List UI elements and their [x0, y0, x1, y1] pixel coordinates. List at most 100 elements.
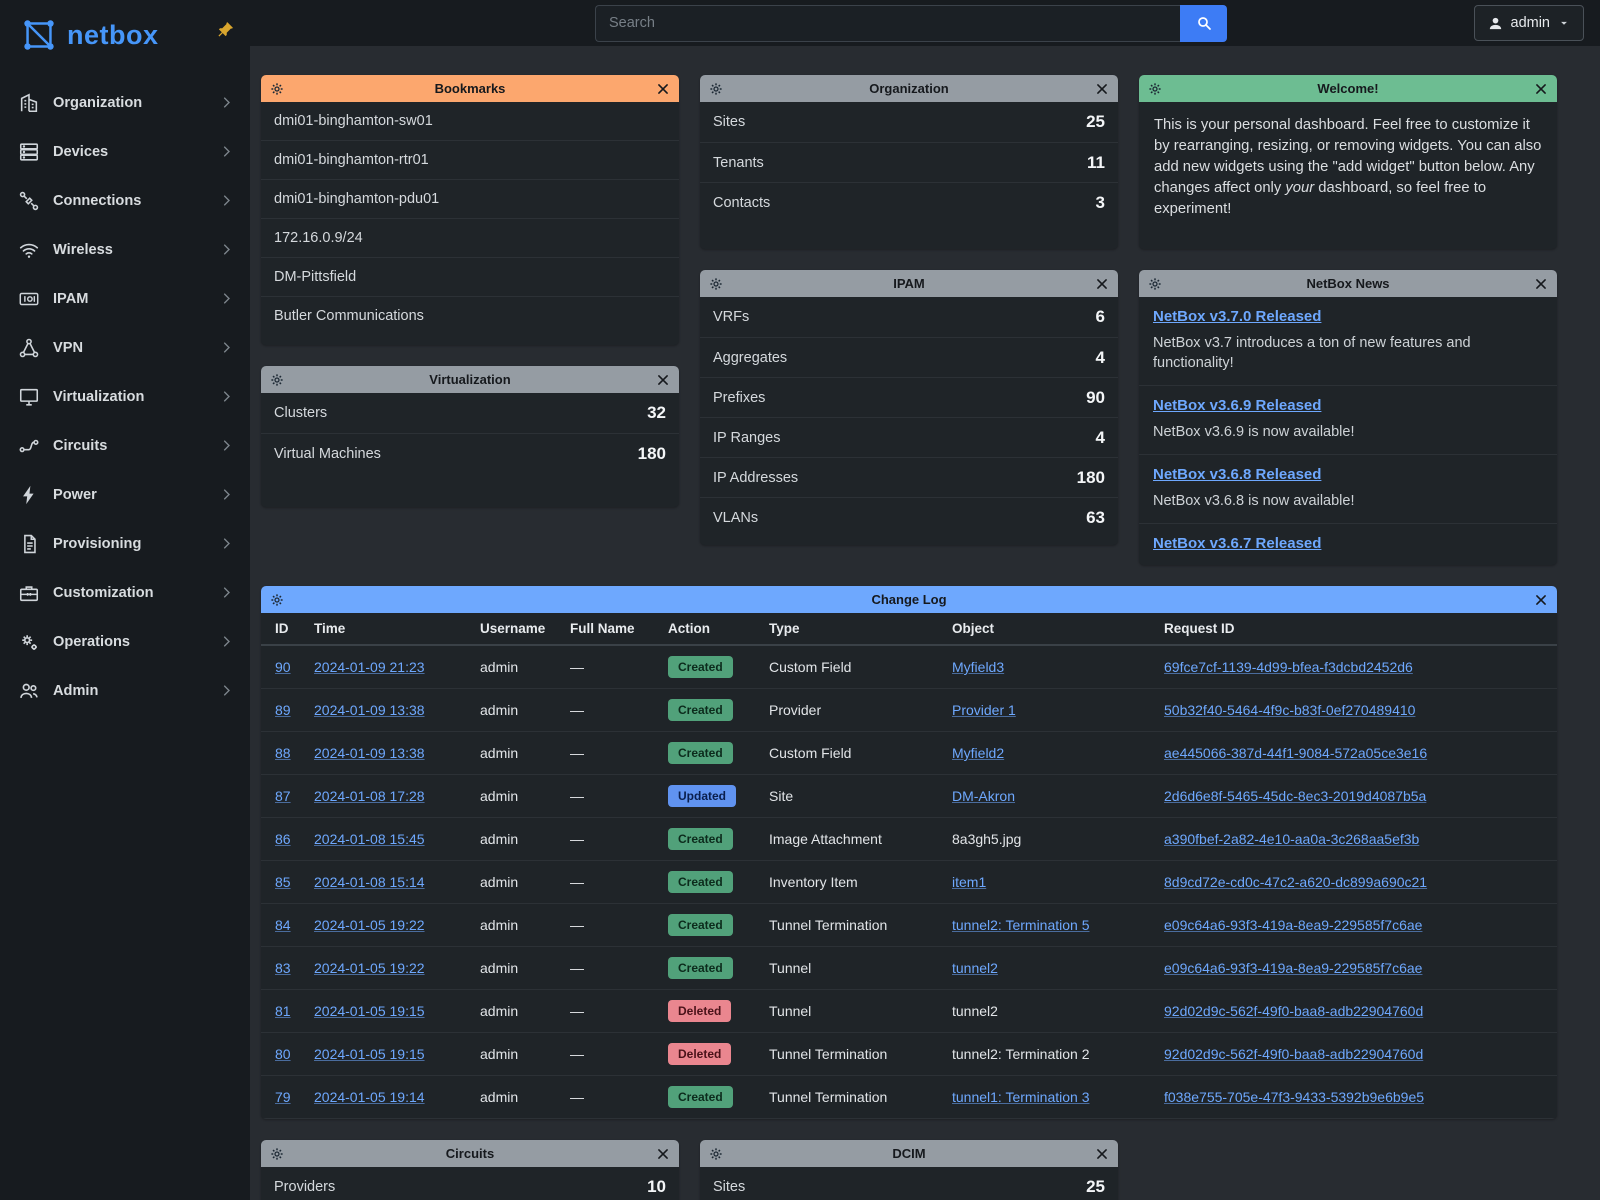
gear-icon[interactable]	[270, 1147, 284, 1161]
change-object-link[interactable]: Myfield2	[952, 745, 1004, 761]
change-time-link[interactable]: 2024-01-08 15:14	[314, 874, 425, 890]
gear-icon[interactable]	[709, 277, 723, 291]
close-icon[interactable]	[656, 82, 670, 96]
request-id-link[interactable]: f038e755-705e-47f3-9433-5392b9e6b9e5	[1164, 1089, 1424, 1105]
change-id-link[interactable]: 83	[275, 960, 291, 976]
stat-value[interactable]: 180	[1077, 468, 1105, 488]
stat-value[interactable]: 63	[1086, 508, 1105, 528]
change-id-link[interactable]: 80	[275, 1046, 291, 1062]
request-id-link[interactable]: 69fce7cf-1139-4d99-bfea-f3dcbd2452d6	[1164, 659, 1413, 675]
news-link[interactable]: NetBox v3.7.0 Released	[1153, 308, 1321, 325]
close-icon[interactable]	[1095, 277, 1109, 291]
stat-value[interactable]: 25	[1086, 112, 1105, 132]
change-id-link[interactable]: 85	[275, 874, 291, 890]
stat-value[interactable]: 11	[1087, 153, 1105, 173]
news-link[interactable]: NetBox v3.6.8 Released	[1153, 466, 1321, 483]
sidebar-item-provisioning[interactable]: Provisioning	[0, 519, 250, 568]
user-menu-button[interactable]: admin	[1474, 5, 1585, 41]
change-time-link[interactable]: 2024-01-08 15:45	[314, 831, 425, 847]
close-icon[interactable]	[1095, 1147, 1109, 1161]
news-link[interactable]: NetBox v3.6.9 Released	[1153, 397, 1321, 414]
gear-icon[interactable]	[270, 373, 284, 387]
bookmark-item[interactable]: DM-Pittsfield	[261, 257, 679, 296]
bookmark-item[interactable]: dmi01-binghamton-rtr01	[261, 140, 679, 179]
change-object-link[interactable]: Provider 1	[952, 702, 1016, 718]
change-object-link[interactable]: item1	[952, 874, 986, 890]
sidebar-item-organization[interactable]: Organization	[0, 78, 250, 127]
change-id-link[interactable]: 88	[275, 745, 291, 761]
change-id-link[interactable]: 81	[275, 1003, 291, 1019]
change-object-link[interactable]: Myfield3	[952, 659, 1004, 675]
request-id-link[interactable]: a390fbef-2a82-4e10-aa0a-3c268aa5ef3b	[1164, 831, 1419, 847]
change-object-link[interactable]: tunnel2: Termination 5	[952, 917, 1090, 933]
sidebar-item-circuits[interactable]: Circuits	[0, 421, 250, 470]
gear-icon[interactable]	[1148, 82, 1162, 96]
close-icon[interactable]	[1534, 277, 1548, 291]
search-input[interactable]	[595, 5, 1180, 42]
close-icon[interactable]	[656, 373, 670, 387]
request-id-link[interactable]: ae445066-387d-44f1-9084-572a05ce3e16	[1164, 745, 1427, 761]
request-id-link[interactable]: 50b32f40-5464-4f9c-b83f-0ef270489410	[1164, 702, 1415, 718]
stat-value[interactable]: 4	[1096, 428, 1105, 448]
change-time-link[interactable]: 2024-01-05 19:15	[314, 1003, 425, 1019]
stat-value[interactable]: 32	[647, 403, 666, 423]
stat-value[interactable]: 90	[1086, 388, 1105, 408]
sidebar-item-customization[interactable]: Customization	[0, 568, 250, 617]
sidebar-item-devices[interactable]: Devices	[0, 127, 250, 176]
news-link[interactable]: NetBox v3.6.7 Released	[1153, 535, 1321, 552]
pin-sidebar-icon[interactable]	[215, 21, 234, 40]
change-time-link[interactable]: 2024-01-09 21:23	[314, 659, 425, 675]
request-id-link[interactable]: e09c64a6-93f3-419a-8ea9-229585f7c6ae	[1164, 917, 1422, 933]
change-id-link[interactable]: 84	[275, 917, 291, 933]
gear-icon[interactable]	[1148, 277, 1162, 291]
change-id-link[interactable]: 87	[275, 788, 291, 804]
request-id-link[interactable]: 8d9cd72e-cd0c-47c2-a620-dc899a690c21	[1164, 874, 1427, 890]
sidebar-item-connections[interactable]: Connections	[0, 176, 250, 225]
close-icon[interactable]	[1534, 82, 1548, 96]
request-id-link[interactable]: e09c64a6-93f3-419a-8ea9-229585f7c6ae	[1164, 960, 1422, 976]
stat-value[interactable]: 180	[638, 444, 666, 464]
change-object-link[interactable]: tunnel2	[952, 960, 998, 976]
stat-value[interactable]: 10	[647, 1177, 666, 1197]
bookmark-item[interactable]: 172.16.0.9/24	[261, 218, 679, 257]
search-button[interactable]	[1180, 5, 1227, 42]
change-object-link[interactable]: tunnel1: Termination 3	[952, 1089, 1090, 1105]
change-id-link[interactable]: 89	[275, 702, 291, 718]
change-time-link[interactable]: 2024-01-05 19:15	[314, 1046, 425, 1062]
change-time-link[interactable]: 2024-01-09 13:38	[314, 745, 425, 761]
request-id-link[interactable]: 92d02d9c-562f-49f0-baa8-adb22904760d	[1164, 1003, 1423, 1019]
bookmark-item[interactable]: Butler Communications	[261, 296, 679, 335]
sidebar-item-vpn[interactable]: VPN	[0, 323, 250, 372]
change-id-link[interactable]: 79	[275, 1089, 291, 1105]
sidebar-item-operations[interactable]: Operations	[0, 617, 250, 666]
change-time-link[interactable]: 2024-01-08 17:28	[314, 788, 425, 804]
sidebar-item-virtualization[interactable]: Virtualization	[0, 372, 250, 421]
sidebar-item-ipam[interactable]: IPAM	[0, 274, 250, 323]
change-time-link[interactable]: 2024-01-05 19:22	[314, 960, 425, 976]
close-icon[interactable]	[1095, 82, 1109, 96]
stat-value[interactable]: 25	[1086, 1177, 1105, 1197]
gear-icon[interactable]	[709, 1147, 723, 1161]
gear-icon[interactable]	[709, 82, 723, 96]
change-time-link[interactable]: 2024-01-09 13:38	[314, 702, 425, 718]
sidebar-item-power[interactable]: Power	[0, 470, 250, 519]
change-id-link[interactable]: 86	[275, 831, 291, 847]
stat-value[interactable]: 6	[1096, 307, 1105, 327]
sidebar-item-admin[interactable]: Admin	[0, 666, 250, 715]
request-id-link[interactable]: 2d6d6e8f-5465-45dc-8ec3-2019d4087b5a	[1164, 788, 1426, 804]
app-logo[interactable]: netbox	[0, 0, 250, 66]
gear-icon[interactable]	[270, 593, 284, 607]
request-id-link[interactable]: 92d02d9c-562f-49f0-baa8-adb22904760d	[1164, 1046, 1423, 1062]
change-time-link[interactable]: 2024-01-05 19:14	[314, 1089, 425, 1105]
change-time-link[interactable]: 2024-01-05 19:22	[314, 917, 425, 933]
stat-value[interactable]: 4	[1096, 348, 1105, 368]
bookmark-item[interactable]: dmi01-binghamton-sw01	[261, 102, 679, 140]
close-icon[interactable]	[1534, 593, 1548, 607]
sidebar-item-wireless[interactable]: Wireless	[0, 225, 250, 274]
stat-value[interactable]: 3	[1096, 193, 1105, 213]
change-id-link[interactable]: 90	[275, 659, 291, 675]
change-object-link[interactable]: DM-Akron	[952, 788, 1015, 804]
bookmark-item[interactable]: dmi01-binghamton-pdu01	[261, 179, 679, 218]
gear-icon[interactable]	[270, 82, 284, 96]
close-icon[interactable]	[656, 1147, 670, 1161]
